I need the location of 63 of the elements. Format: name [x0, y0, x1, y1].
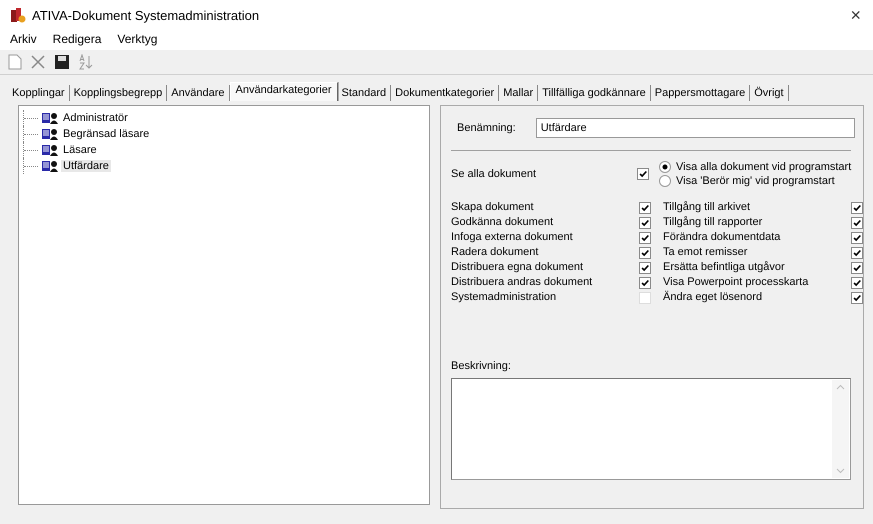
user-group-icon — [41, 111, 59, 125]
permission-label: Infoga externa dokument — [451, 231, 574, 244]
permission-label: Tillgång till rapporter — [663, 216, 764, 229]
checkbox[interactable] — [639, 276, 651, 288]
radio-label: Visa alla dokument vid programstart — [676, 161, 852, 173]
close-button[interactable]: × — [846, 4, 865, 26]
checkbox[interactable] — [639, 262, 651, 274]
checkbox[interactable] — [639, 232, 651, 244]
tree-item[interactable]: Administratör — [61, 112, 130, 124]
permission-label: Ändra eget lösenord — [663, 291, 764, 304]
radio-button[interactable] — [659, 175, 671, 187]
checkbox[interactable] — [851, 292, 863, 304]
checkbox[interactable] — [639, 202, 651, 214]
app-logo-icon — [10, 7, 26, 23]
permission-label: Systemadministration — [451, 291, 558, 304]
permission-label: Distribuera egna dokument — [451, 261, 584, 274]
checkbox[interactable] — [639, 246, 651, 258]
tab[interactable]: Kopplingsbegrepp — [70, 85, 168, 101]
radio-label: Visa 'Berör mig' vid programstart — [676, 175, 835, 187]
checkbox[interactable] — [851, 276, 863, 288]
tab[interactable]: Tillfälliga godkännare — [538, 85, 651, 101]
tab[interactable]: Användarkategorier — [230, 82, 338, 101]
see-all-label: Se alla dokument — [451, 168, 537, 180]
permission-label: Förändra dokumentdata — [663, 231, 782, 244]
permission-label: Tillgång till arkivet — [663, 201, 752, 214]
permission-label: Visa Powerpoint processkarta — [663, 276, 810, 289]
checkbox[interactable] — [851, 216, 863, 228]
menu-item[interactable]: Redigera — [50, 32, 104, 46]
permission-label: Ersätta befintliga utgåvor — [663, 261, 786, 274]
tab[interactable]: Mallar — [499, 85, 538, 101]
menu-item[interactable]: Arkiv — [8, 32, 39, 46]
menu-item[interactable]: Verktyg — [115, 32, 160, 46]
checkbox[interactable] — [851, 246, 863, 258]
permission-label: Skapa dokument — [451, 201, 535, 214]
checkbox[interactable] — [637, 168, 649, 180]
new-document-icon[interactable] — [8, 54, 22, 70]
permission-label: Godkänna dokument — [451, 216, 554, 229]
name-field[interactable]: Utfärdare — [536, 118, 855, 138]
permission-label: Ta emot remisser — [663, 246, 748, 259]
tab[interactable]: Standard — [338, 85, 392, 101]
permission-label: Distribuera andras dokument — [451, 276, 594, 289]
description-field[interactable] — [451, 378, 851, 480]
tree-item[interactable]: Begränsad läsare — [61, 128, 152, 140]
description-label: Beskrivning: — [451, 360, 512, 372]
tree-item[interactable]: Utfärdare — [61, 160, 111, 172]
user-group-icon — [41, 159, 59, 173]
checkbox[interactable] — [851, 232, 863, 244]
user-group-icon — [41, 127, 59, 141]
permission-label: Radera dokument — [451, 246, 540, 259]
user-group-icon — [41, 143, 59, 157]
tab[interactable]: Dokumentkategorier — [391, 85, 500, 101]
checkbox[interactable] — [851, 262, 863, 274]
save-icon[interactable] — [54, 54, 70, 70]
checkbox[interactable] — [851, 202, 863, 214]
tree-item[interactable]: Läsare — [61, 144, 99, 156]
radio-button[interactable] — [659, 161, 671, 173]
checkbox[interactable] — [639, 216, 651, 228]
tab[interactable]: Pappersmottagare — [650, 85, 750, 101]
tab[interactable]: Kopplingar — [8, 85, 70, 101]
tab[interactable]: Övrigt — [750, 85, 789, 101]
window-title: ATIVA-Dokument Systemadministration — [32, 8, 260, 22]
delete-icon[interactable] — [30, 54, 46, 70]
name-label: Benämning: — [457, 122, 516, 134]
